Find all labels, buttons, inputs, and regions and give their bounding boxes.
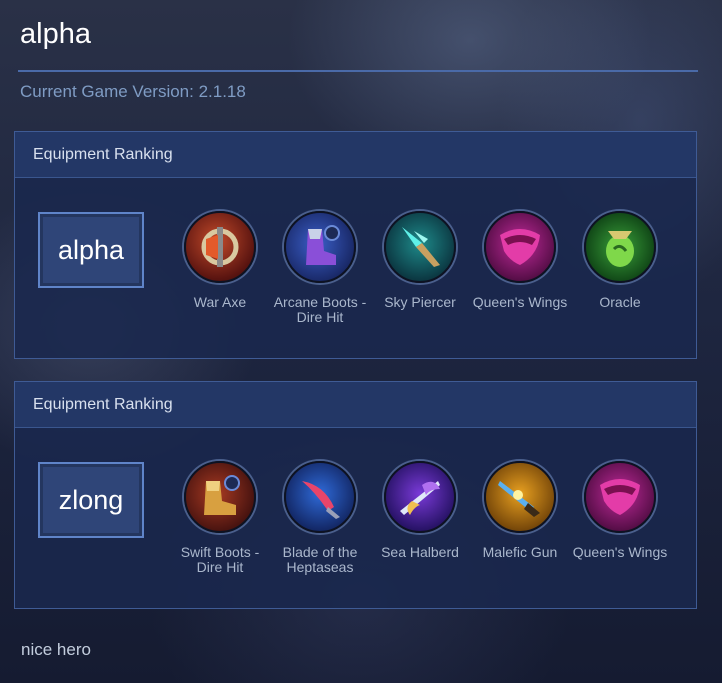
page-title: alpha (20, 18, 91, 50)
item-name: War Axe (193, 294, 247, 310)
item-name: Arcane Boots - Dire Hit (273, 294, 367, 325)
malefic-gun-icon (484, 461, 556, 533)
item-swift-boots[interactable]: Swift Boots - Dire Hit (170, 461, 270, 575)
item-name: Swift Boots - Dire Hit (180, 544, 260, 575)
card-header: Equipment Ranking (15, 132, 696, 178)
swift-boots-icon (184, 461, 256, 533)
war-axe-icon (184, 211, 256, 283)
item-war-axe[interactable]: War Axe (170, 211, 270, 310)
queens-wings-icon (484, 211, 556, 283)
item-name: Blade of the Heptaseas (282, 544, 358, 575)
hero-button-alpha[interactable]: alpha (38, 212, 144, 288)
oracle-icon (584, 211, 656, 283)
equipment-card-alpha: Equipment Ranking alpha War Axe Arcane B… (14, 131, 697, 359)
item-name: Oracle (599, 294, 641, 310)
arcane-boots-icon (284, 211, 356, 283)
sky-piercer-icon (384, 211, 456, 283)
item-malefic-gun[interactable]: Malefic Gun (470, 461, 570, 560)
item-name: Queen's Wings (572, 544, 668, 560)
card-header: Equipment Ranking (15, 382, 696, 428)
item-blade-heptaseas[interactable]: Blade of the Heptaseas (270, 461, 370, 575)
blade-heptaseas-icon (284, 461, 356, 533)
item-name: Queen's Wings (472, 294, 568, 310)
item-sea-halberd[interactable]: Sea Halberd (370, 461, 470, 560)
equipment-card-zlong: Equipment Ranking zlong Swift Boots - Di… (14, 381, 697, 609)
item-name: Sea Halberd (381, 544, 459, 560)
item-oracle[interactable]: Oracle (570, 211, 670, 310)
game-version-label: Current Game Version: 2.1.18 (20, 82, 246, 101)
sea-halberd-icon (384, 461, 456, 533)
footer-comment: nice hero (21, 640, 91, 659)
item-name: Sky Piercer (384, 294, 456, 310)
item-queens-wings[interactable]: Queen's Wings (570, 461, 670, 560)
item-arcane-boots[interactable]: Arcane Boots - Dire Hit (270, 211, 370, 325)
item-name: Malefic Gun (482, 544, 558, 560)
title-divider (18, 70, 698, 72)
queens-wings-icon (584, 461, 656, 533)
item-queens-wings[interactable]: Queen's Wings (470, 211, 570, 310)
item-sky-piercer[interactable]: Sky Piercer (370, 211, 470, 310)
hero-button-zlong[interactable]: zlong (38, 462, 144, 538)
